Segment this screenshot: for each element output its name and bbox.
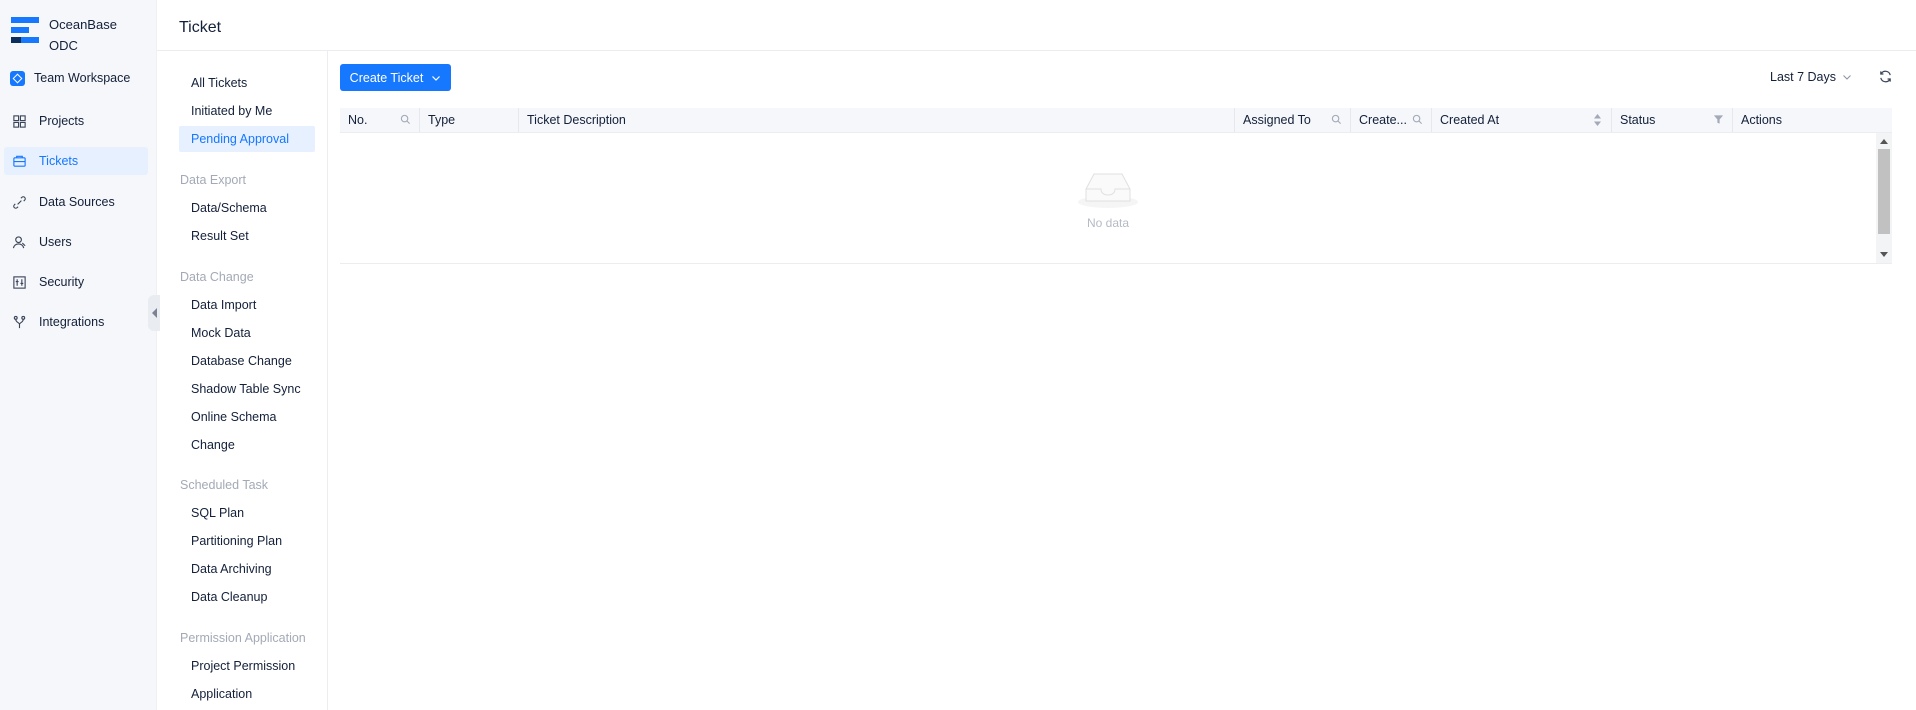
category-initiated-by-me[interactable]: Initiated by Me xyxy=(179,98,315,124)
date-range-label: Last 7 Days xyxy=(1770,70,1837,84)
category-data-cleanup[interactable]: Data Cleanup xyxy=(179,584,315,610)
column-label: Status xyxy=(1620,113,1656,127)
page-header: Ticket xyxy=(157,0,1916,51)
workspace-label: Team Workspace xyxy=(34,71,131,85)
chevron-down-icon xyxy=(1843,75,1851,80)
category-shadow-table-sync[interactable]: Shadow Table Sync xyxy=(179,376,315,402)
nav-label: Users xyxy=(39,235,72,249)
security-icon xyxy=(13,275,26,289)
main-sidebar: OceanBase ODC Team Workspace Projects Ti… xyxy=(0,0,157,710)
scroll-down-arrow-icon[interactable] xyxy=(1880,252,1888,257)
column-label: Assigned To xyxy=(1243,113,1311,127)
ticket-category-menu: All Tickets Initiated by Me Pending Appr… xyxy=(157,51,328,710)
page-title: Ticket xyxy=(179,19,222,36)
column-label: Create... xyxy=(1359,113,1407,127)
scrollbar-thumb[interactable] xyxy=(1878,149,1890,234)
nav-item-integrations[interactable]: Integrations xyxy=(4,308,148,336)
oceanbase-logo-icon xyxy=(11,17,39,45)
create-ticket-button[interactable]: Create Ticket xyxy=(340,64,451,91)
group-heading-data-export: Data Export xyxy=(180,173,247,187)
scroll-up-arrow-icon[interactable] xyxy=(1880,139,1888,144)
empty-inbox-icon xyxy=(1078,173,1138,208)
tickets-icon xyxy=(13,155,26,167)
table-header: No. Type Ticket Description Assigned To … xyxy=(340,108,1892,133)
app-logo[interactable]: OceanBase ODC xyxy=(11,14,151,53)
projects-icon xyxy=(13,114,26,128)
category-data-archiving[interactable]: Data Archiving xyxy=(179,556,315,582)
category-project-permission-application[interactable]: Application xyxy=(179,681,315,707)
search-icon[interactable] xyxy=(1412,114,1423,125)
column-header-creator[interactable]: Create... xyxy=(1351,108,1432,132)
refresh-icon[interactable] xyxy=(1878,69,1893,84)
category-project-permission[interactable]: Project Permission xyxy=(179,653,315,679)
brand-name: OceanBase xyxy=(49,17,117,32)
category-online-schema-change[interactable]: Change xyxy=(179,432,315,458)
group-heading-scheduled-task: Scheduled Task xyxy=(180,478,269,492)
category-pending-approval[interactable]: Pending Approval xyxy=(179,126,315,152)
column-label: Ticket Description xyxy=(527,113,626,127)
nav-item-projects[interactable]: Projects xyxy=(4,107,148,135)
nav-label: Security xyxy=(39,275,85,289)
column-header-ticket-description[interactable]: Ticket Description xyxy=(519,108,1235,132)
chevron-down-icon xyxy=(432,75,441,81)
date-range-select[interactable]: Last 7 Days xyxy=(1770,70,1852,84)
column-header-no[interactable]: No. xyxy=(340,108,420,132)
sort-icon[interactable] xyxy=(1592,113,1603,127)
category-online-schema[interactable]: Online Schema xyxy=(179,404,315,430)
users-icon xyxy=(12,235,26,248)
group-heading-data-change: Data Change xyxy=(180,270,254,284)
empty-state: No data xyxy=(340,133,1876,263)
nav-item-users[interactable]: Users xyxy=(4,228,148,256)
category-all-tickets[interactable]: All Tickets xyxy=(179,70,315,96)
search-icon[interactable] xyxy=(1331,114,1342,125)
column-label: Created At xyxy=(1440,113,1500,127)
filter-icon[interactable] xyxy=(1713,114,1724,125)
nav-label: Tickets xyxy=(39,154,79,168)
group-heading-permission-application: Permission Application xyxy=(180,631,306,645)
column-label: Actions xyxy=(1741,113,1782,127)
column-header-type[interactable]: Type xyxy=(420,108,519,132)
table-scrollbar[interactable] xyxy=(1876,133,1892,263)
ticket-table: No. Type Ticket Description Assigned To … xyxy=(340,108,1892,264)
column-header-status[interactable]: Status xyxy=(1612,108,1733,132)
column-header-assigned-to[interactable]: Assigned To xyxy=(1235,108,1351,132)
nav-label: Data Sources xyxy=(39,195,115,209)
empty-state-text: No data xyxy=(1086,216,1130,230)
nav-label: Projects xyxy=(39,114,85,128)
brand-product: ODC xyxy=(49,38,78,53)
category-data-import[interactable]: Data Import xyxy=(179,292,315,318)
workspace-switcher[interactable]: Team Workspace xyxy=(10,68,130,88)
nav-label: Integrations xyxy=(39,315,105,329)
category-mock-data[interactable]: Mock Data xyxy=(179,320,315,346)
column-header-actions: Actions xyxy=(1733,108,1892,132)
integrations-icon xyxy=(13,315,26,328)
category-data-schema[interactable]: Data/Schema xyxy=(179,195,315,221)
search-icon[interactable] xyxy=(400,114,411,125)
datasources-icon xyxy=(13,195,26,209)
category-partitioning-plan[interactable]: Partitioning Plan xyxy=(179,528,315,554)
column-label: Type xyxy=(428,113,456,127)
category-result-set[interactable]: Result Set xyxy=(179,223,315,249)
caret-left-icon xyxy=(151,308,157,318)
nav-item-security[interactable]: Security xyxy=(4,268,148,296)
category-database-change[interactable]: Database Change xyxy=(179,348,315,374)
workspace-icon xyxy=(10,70,25,86)
column-label: No. xyxy=(348,113,368,127)
nav-item-tickets[interactable]: Tickets xyxy=(4,147,148,175)
category-sql-plan[interactable]: SQL Plan xyxy=(179,500,315,526)
column-header-created-at[interactable]: Created At xyxy=(1432,108,1612,132)
create-ticket-label: Create Ticket xyxy=(349,70,424,85)
nav-item-data-sources[interactable]: Data Sources xyxy=(4,188,148,216)
